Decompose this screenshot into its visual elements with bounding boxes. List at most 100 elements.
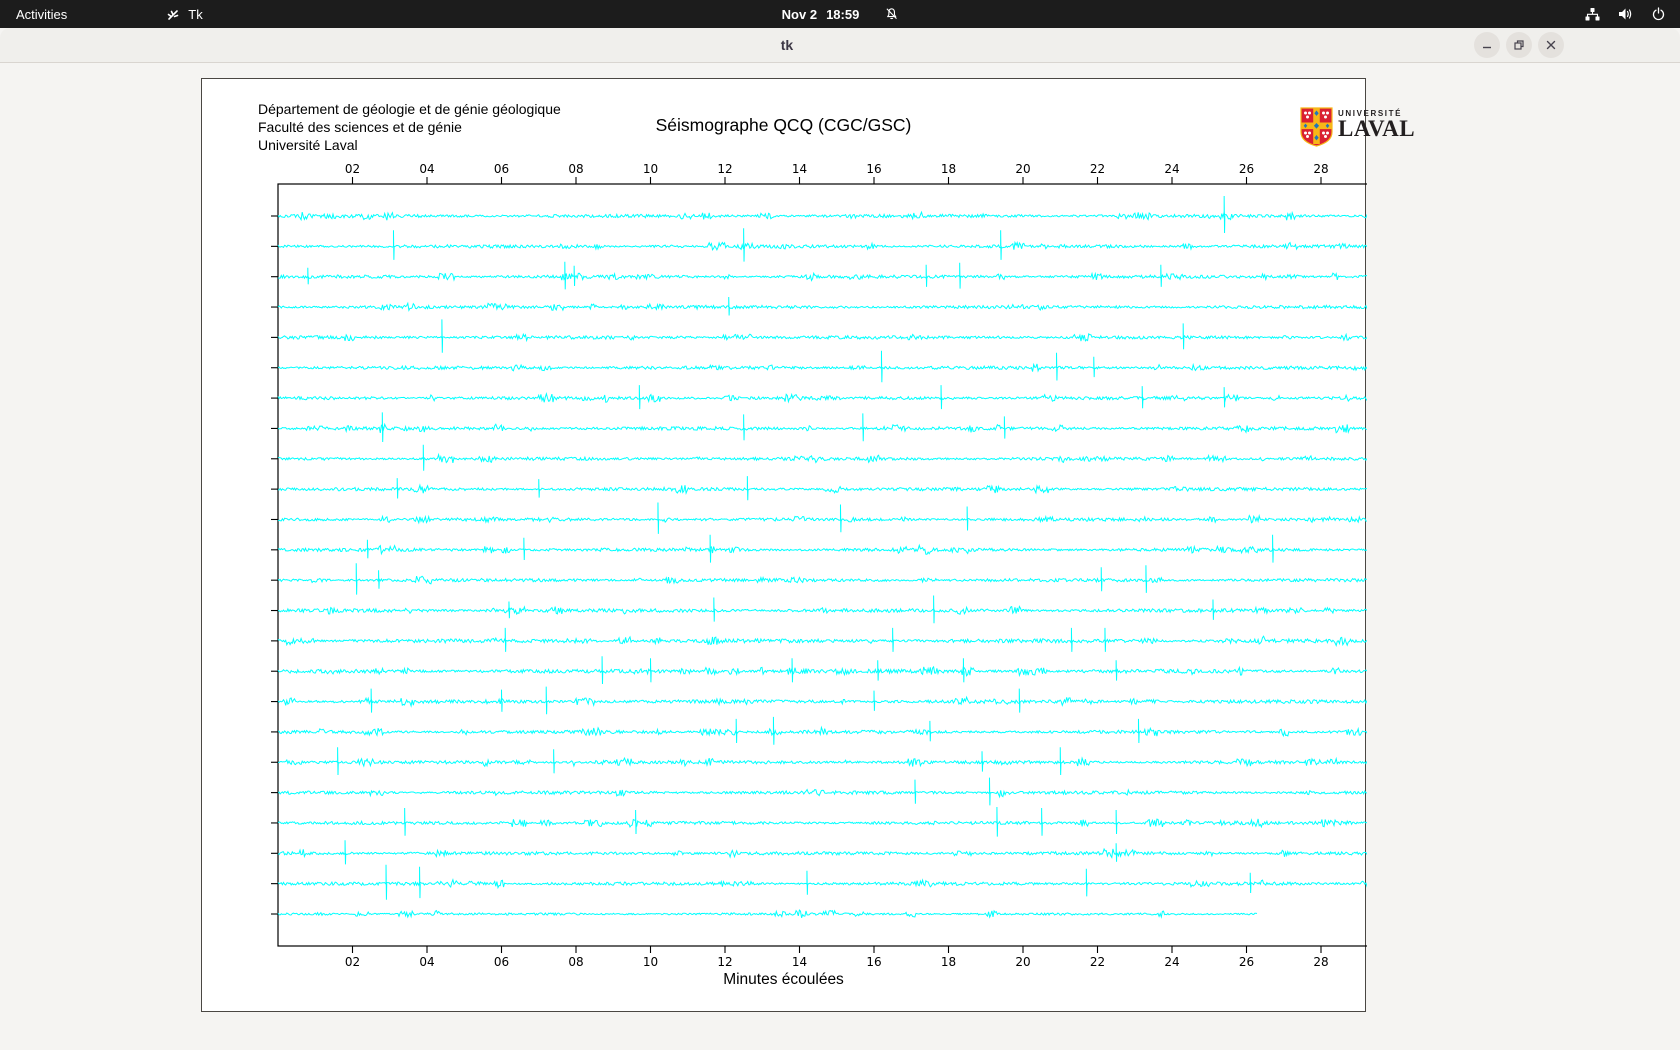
x-tick-label-top: 26 [1239, 162, 1254, 176]
window-title: tk [780, 37, 794, 53]
seismic-spike [1085, 868, 1088, 897]
x-tick-label-top: 28 [1313, 162, 1328, 176]
seismic-spike [772, 716, 775, 745]
seismic-spike [573, 265, 576, 287]
seismic-spike [877, 660, 879, 681]
seismic-spike [914, 779, 917, 804]
x-tick-label-top: 14 [792, 162, 807, 176]
maximize-button[interactable] [1506, 32, 1532, 58]
x-tick-label-top: 24 [1164, 162, 1179, 176]
activities-label: Activities [16, 6, 68, 22]
x-tick-label-bottom: 22 [1090, 955, 1105, 969]
seismic-spike [862, 413, 865, 442]
seismic-spike [307, 267, 309, 285]
seismic-spike [1093, 356, 1095, 378]
seismic-spike [366, 539, 369, 559]
x-tick-label-top: 08 [568, 162, 583, 176]
x-tick-label-top: 06 [494, 162, 509, 176]
minimize-button[interactable] [1474, 32, 1500, 58]
gnome-top-bar: Activities Tk Nov 2 18:59 [0, 0, 1680, 28]
seismic-spike [1059, 747, 1062, 776]
seismic-spike [940, 385, 943, 410]
seismic-spike [791, 658, 794, 683]
close-button[interactable] [1538, 32, 1564, 58]
seismic-spike [746, 476, 749, 501]
seismic-spike [508, 601, 511, 619]
x-tick-label-top: 16 [866, 162, 881, 176]
seismic-trace [277, 301, 1367, 312]
x-tick-label-bottom: 06 [494, 955, 509, 969]
seismic-spike [959, 262, 961, 289]
seismic-spike [873, 690, 876, 711]
seismic-spike [1223, 387, 1226, 408]
clock-button[interactable]: Nov 2 18:59 [782, 0, 899, 28]
notifications-muted-bell-icon [884, 7, 898, 21]
seismogram-svg: 02 02 04 04 06 06 08 08 10 10 12 12 14 14 16 16 18 18 20 20… [271, 162, 1367, 969]
x-tick-label-bottom: 20 [1015, 955, 1030, 969]
seismic-spike [441, 319, 444, 353]
seismic-spike [638, 385, 641, 410]
maximize-restore-icon [1514, 40, 1524, 50]
seismic-spike [385, 864, 388, 900]
tk-app-icon [166, 7, 181, 22]
seismic-trace [277, 878, 1367, 890]
seismic-spike [1041, 807, 1043, 836]
system-status-area[interactable] [1584, 0, 1666, 28]
tk-app-label: Tk [188, 6, 203, 22]
close-icon [1546, 40, 1556, 50]
x-tick-label-bottom: 08 [568, 955, 583, 969]
seismic-trace [277, 818, 1367, 829]
seismic-spike [1182, 323, 1185, 350]
activities-button[interactable]: Activities [0, 0, 83, 28]
seismic-spike [564, 261, 567, 290]
x-tick-label-top: 02 [345, 162, 360, 176]
x-tick-label-bottom: 04 [419, 955, 434, 969]
seismic-spike [392, 230, 395, 260]
seismograph-figure-canvas: Département de géologie et de génie géol… [201, 78, 1415, 1012]
seismic-spike [880, 350, 883, 383]
x-axis-title: Minutes écoulées [723, 971, 844, 988]
seismic-spike [1141, 386, 1144, 409]
seismic-spike [728, 296, 730, 316]
window-content: Département de géologie et de génie géol… [0, 63, 1680, 1050]
tk-app-menu[interactable]: Tk [158, 0, 210, 28]
seismic-spike [1137, 718, 1140, 744]
x-tick-label-bottom: 14 [792, 955, 807, 969]
window-titlebar: tk [0, 28, 1680, 63]
minimize-icon [1483, 46, 1491, 49]
seismic-trace [277, 695, 1367, 708]
seismic-trace [277, 575, 1367, 585]
x-tick-label-bottom: 24 [1164, 955, 1179, 969]
seismic-spike [713, 597, 716, 622]
seismic-spike [1223, 195, 1226, 234]
seismic-spike [962, 658, 965, 683]
seismic-trace [277, 543, 1367, 556]
seismic-spike [650, 658, 652, 683]
x-tick-label-bottom: 28 [1313, 955, 1328, 969]
seismic-spike [344, 840, 347, 865]
seismic-spike [370, 688, 373, 713]
x-tick-label-top: 12 [717, 162, 732, 176]
power-icon [1651, 6, 1666, 22]
seismic-spike [1000, 230, 1002, 260]
seismic-spike [1115, 660, 1118, 681]
seismic-spike [635, 809, 637, 835]
x-tick-label-top: 10 [643, 162, 658, 176]
x-tick-label-top: 20 [1015, 162, 1030, 176]
x-tick-label-top: 04 [419, 162, 434, 176]
seismic-spike [601, 656, 604, 685]
seismic-spike [1145, 565, 1148, 593]
seismic-spike [1115, 843, 1118, 862]
seismic-spike [1070, 627, 1073, 652]
seismic-trace [277, 271, 1367, 282]
seismic-spike [1100, 567, 1103, 592]
x-tick-label-bottom: 02 [345, 955, 360, 969]
seismic-spike [966, 506, 969, 531]
seismic-trace [277, 756, 1367, 768]
seismic-spike [545, 686, 548, 715]
seismic-trace [277, 422, 1367, 434]
network-wired-icon [1584, 7, 1601, 22]
seismic-spike [929, 720, 932, 742]
x-tick-label-bottom: 26 [1239, 955, 1254, 969]
desktop: { "topbar": { "activities_label": "Activ… [0, 0, 1680, 1050]
